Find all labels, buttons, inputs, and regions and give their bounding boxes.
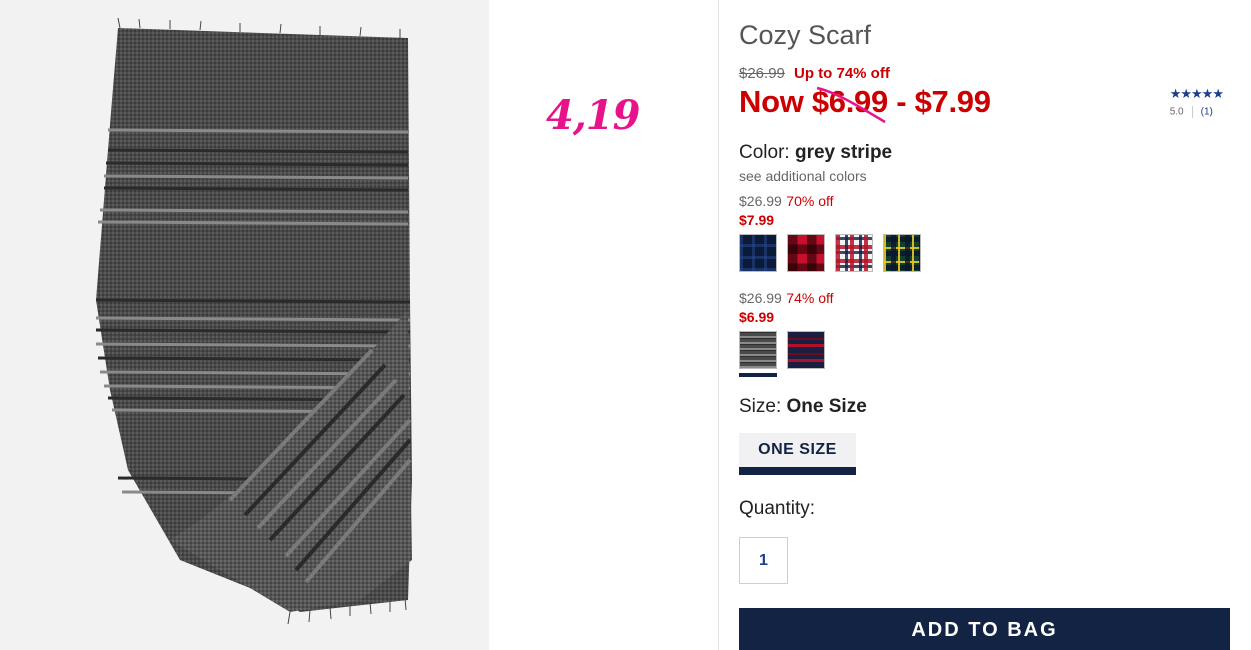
swatch-group-sale-price: $7.99 xyxy=(739,212,775,228)
grey-stripe-swatch[interactable] xyxy=(739,331,777,377)
red-buffalo-check-swatch[interactable] xyxy=(787,234,825,272)
swatch-price-group: $26.99 74% off $6.99 xyxy=(739,290,834,377)
size-label: Size: One Size xyxy=(739,396,867,417)
rating-widget[interactable]: ★★★★★ 5.0 (1) xyxy=(1169,86,1224,118)
rating-score: 5.0 xyxy=(1169,106,1184,118)
star-rating-icon: ★★★★★ xyxy=(1169,86,1224,101)
divider xyxy=(1191,106,1193,118)
swatch-group-original-price: $26.99 xyxy=(739,193,782,209)
size-option-one-size[interactable]: ONE SIZE xyxy=(739,433,856,475)
quantity-input[interactable] xyxy=(739,537,788,584)
selected-color: grey stripe xyxy=(794,142,893,163)
product-title: Cozy Scarf xyxy=(739,20,872,50)
strikethrough-scribble xyxy=(816,86,886,124)
product-image xyxy=(0,0,489,650)
original-price: $26.99 xyxy=(739,65,785,82)
handwritten-price-annotation: 4,19 xyxy=(546,92,640,139)
color-label: Color: grey stripe xyxy=(739,142,893,163)
green-tartan-swatch[interactable] xyxy=(883,234,921,272)
quantity-label: Quantity: xyxy=(739,498,816,519)
swatch-group-discount: 70% off xyxy=(786,193,834,209)
product-details-panel: Cozy Scarf $26.99 Up to 74% off Now $6.9… xyxy=(718,0,1251,650)
swatch-group-sale-price: $6.99 xyxy=(739,309,775,325)
selected-size: One Size xyxy=(786,396,867,417)
review-count-link[interactable]: (1) xyxy=(1201,107,1213,118)
swatch-group-discount: 74% off xyxy=(786,290,834,306)
see-additional-colors-link[interactable]: see additional colors xyxy=(739,168,867,184)
navy-plaid-swatch[interactable] xyxy=(739,234,777,272)
white-red-plaid-swatch[interactable] xyxy=(835,234,873,272)
add-to-bag-button[interactable]: ADD TO BAG xyxy=(739,608,1230,650)
swatch-price-group: $26.99 70% off $7.99 xyxy=(739,193,921,272)
swatch-group-original-price: $26.99 xyxy=(739,290,782,306)
navy-red-stripe-swatch[interactable] xyxy=(787,331,825,369)
